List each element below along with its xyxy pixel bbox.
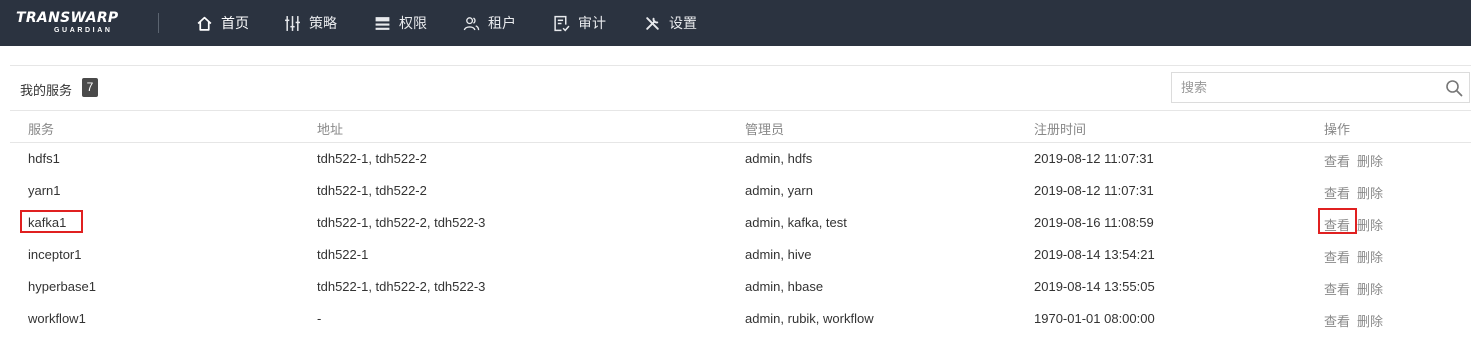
- table-row: kafka1 tdh522-1, tdh522-2, tdh522-3 admi…: [10, 207, 1471, 239]
- cell-registered: 2019-08-16 11:08:59: [1034, 215, 1154, 230]
- nav-tenants-label: 租户: [488, 15, 516, 31]
- view-link[interactable]: 查看: [1324, 183, 1350, 202]
- cell-service: workflow1: [28, 311, 86, 326]
- view-link[interactable]: 查看: [1324, 215, 1350, 234]
- nav-permissions-label: 权限: [399, 15, 427, 31]
- cell-address: tdh522-1, tdh522-2, tdh522-3: [317, 215, 486, 230]
- cell-address: tdh522-1, tdh522-2: [317, 183, 427, 198]
- column-header-address: 地址: [317, 122, 344, 137]
- transwarp-guardian-logo[interactable]: TRANSWARP GUARDIAN: [16, 10, 136, 36]
- sliders-icon: [285, 15, 300, 31]
- cell-service: hdfs1: [28, 151, 60, 166]
- view-link[interactable]: 查看: [1324, 151, 1350, 170]
- delete-link[interactable]: 删除: [1357, 215, 1383, 234]
- search-input[interactable]: [1172, 73, 1437, 102]
- cell-service: kafka1: [28, 215, 67, 230]
- delete-link[interactable]: 删除: [1357, 279, 1383, 298]
- cell-registered: 2019-08-12 11:07:31: [1034, 183, 1154, 198]
- cell-address: tdh522-1, tdh522-2, tdh522-3: [317, 279, 486, 294]
- nav-audit[interactable]: 审计: [553, 0, 606, 46]
- column-header-admins: 管理员: [745, 122, 785, 137]
- cell-address: tdh522-1: [317, 247, 369, 262]
- cell-service: hyperbase1: [28, 279, 96, 294]
- column-header-registered: 注册时间: [1034, 122, 1087, 137]
- search-icon[interactable]: [1445, 79, 1463, 97]
- delete-link[interactable]: 删除: [1357, 183, 1383, 202]
- table-row: workflow1 - admin, rubik, workflow 1970-…: [10, 303, 1471, 335]
- permissions-icon: [375, 16, 390, 30]
- view-link[interactable]: 查看: [1324, 311, 1350, 330]
- logo-sub-text: GUARDIAN: [54, 27, 113, 34]
- delete-link[interactable]: 删除: [1357, 247, 1383, 266]
- cell-service: yarn1: [28, 183, 61, 198]
- nav-home-label: 首页: [221, 15, 249, 31]
- cell-registered: 2019-08-12 11:07:31: [1034, 151, 1154, 166]
- view-link[interactable]: 查看: [1324, 247, 1350, 266]
- column-header-actions: 操作: [1324, 122, 1351, 137]
- service-count-badge: 7: [82, 78, 98, 97]
- cell-admins: admin, rubik, workflow: [745, 311, 874, 326]
- cell-address: tdh522-1, tdh522-2: [317, 151, 427, 166]
- cell-address: -: [317, 311, 322, 326]
- cell-service: inceptor1: [28, 247, 82, 262]
- cell-admins: admin, hbase: [745, 279, 824, 294]
- top-navigation-bar: TRANSWARP GUARDIAN 首页 策略 权限 租户 审计 设置: [0, 0, 1471, 46]
- cell-registered: 1970-01-01 08:00:00: [1034, 311, 1155, 326]
- cell-admins: admin, kafka, test: [745, 215, 847, 230]
- logo-divider: [158, 13, 159, 33]
- nav-permissions[interactable]: 权限: [374, 0, 427, 46]
- tools-icon: [646, 16, 659, 30]
- nav-tenants[interactable]: 租户: [463, 0, 516, 46]
- services-toolbar: 我的服务 7: [10, 65, 1471, 111]
- nav-settings[interactable]: 设置: [644, 0, 697, 46]
- nav-settings-label: 设置: [669, 15, 697, 31]
- nav-audit-label: 审计: [578, 15, 606, 31]
- services-title: 我的服务: [20, 83, 73, 98]
- cell-registered: 2019-08-14 13:54:21: [1034, 247, 1155, 262]
- cell-admins: admin, hive: [745, 247, 812, 262]
- column-header-service: 服务: [28, 122, 55, 137]
- table-row: hdfs1 tdh522-1, tdh522-2 admin, hdfs 201…: [10, 143, 1471, 175]
- delete-link[interactable]: 删除: [1357, 311, 1383, 330]
- table-row: yarn1 tdh522-1, tdh522-2 admin, yarn 201…: [10, 175, 1471, 207]
- nav-home[interactable]: 首页: [196, 0, 249, 46]
- audit-icon: [554, 15, 570, 31]
- logo-main-text: TRANSWARP: [16, 10, 119, 26]
- cell-admins: admin, yarn: [745, 183, 813, 198]
- table-header: 服务 地址 管理员 注册时间 操作: [10, 111, 1471, 143]
- nav-policies[interactable]: 策略: [284, 0, 337, 46]
- home-icon: [197, 16, 212, 31]
- cell-registered: 2019-08-14 13:55:05: [1034, 279, 1155, 294]
- cell-admins: admin, hdfs: [745, 151, 813, 166]
- search-box[interactable]: [1171, 72, 1470, 103]
- table-row: inceptor1 tdh522-1 admin, hive 2019-08-1…: [10, 239, 1471, 271]
- users-icon: [463, 16, 480, 30]
- view-link[interactable]: 查看: [1324, 279, 1350, 298]
- table-row: hyperbase1 tdh522-1, tdh522-2, tdh522-3 …: [10, 271, 1471, 303]
- nav-policies-label: 策略: [309, 15, 337, 31]
- delete-link[interactable]: 删除: [1357, 151, 1383, 170]
